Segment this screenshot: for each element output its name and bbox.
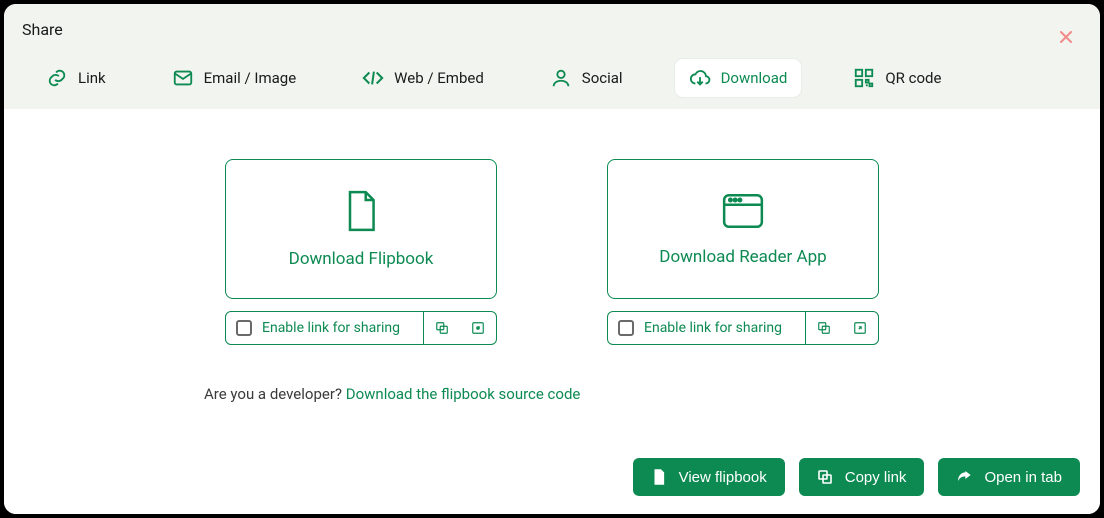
flipbook-sharing-row: Enable link for sharing: [225, 311, 497, 345]
download-flipbook-button[interactable]: Download Flipbook: [225, 159, 497, 299]
cards-row: Download Flipbook Enable link for sharin…: [44, 159, 1060, 345]
modal-body: Download Flipbook Enable link for sharin…: [4, 109, 1100, 514]
tab-label: Web / Embed: [394, 69, 484, 87]
download-reader-button[interactable]: Download Reader App: [607, 159, 879, 299]
mail-icon: [172, 67, 194, 89]
modal-title: Share: [22, 10, 1082, 53]
enable-link-toggle[interactable]: Enable link for sharing: [608, 312, 806, 344]
open-in-tab-button[interactable]: Open in tab: [938, 458, 1080, 496]
link-icon: [46, 67, 68, 89]
footer-actions: View flipbook Copy link Open in tab: [633, 458, 1080, 496]
copy-link-button[interactable]: Copy link: [799, 458, 925, 496]
app-window-icon: [721, 191, 765, 231]
tab-label: QR code: [885, 69, 941, 87]
close-button[interactable]: [1054, 24, 1078, 52]
enable-link-toggle[interactable]: Enable link for sharing: [226, 312, 424, 344]
tab-social[interactable]: Social: [536, 59, 637, 97]
card-label: Download Reader App: [659, 247, 826, 267]
copy-icon: [817, 321, 831, 335]
copy-icon: [435, 321, 449, 335]
qr-icon: [853, 67, 875, 89]
developer-line: Are you a developer? Download the flipbo…: [204, 385, 1060, 403]
enable-label: Enable link for sharing: [262, 320, 400, 336]
tab-download[interactable]: Download: [675, 59, 802, 97]
download-source-link[interactable]: Download the flipbook source code: [346, 385, 581, 403]
tab-label: Link: [78, 69, 106, 87]
tab-qr[interactable]: QR code: [839, 59, 955, 97]
open-share-button[interactable]: [460, 312, 496, 344]
flipbook-column: Download Flipbook Enable link for sharin…: [225, 159, 497, 345]
dev-prefix: Are you a developer?: [204, 385, 346, 403]
file-icon: [342, 189, 380, 233]
open-share-button[interactable]: [842, 312, 878, 344]
copy-share-button[interactable]: [424, 312, 460, 344]
share-modal: Share Link Email / Image Web / Embed Soc…: [4, 4, 1100, 514]
tab-link[interactable]: Link: [32, 59, 120, 97]
tab-label: Download: [721, 69, 788, 87]
tab-label: Social: [582, 69, 623, 87]
cloud-download-icon: [689, 67, 711, 89]
popout-icon: [853, 321, 867, 335]
tabs-row: Link Email / Image Web / Embed Social Do…: [22, 53, 1082, 109]
checkbox-icon: [236, 320, 252, 336]
modal-header: Share Link Email / Image Web / Embed Soc…: [4, 4, 1100, 109]
tab-email[interactable]: Email / Image: [158, 59, 311, 97]
file-icon: [651, 468, 667, 486]
close-icon: [1060, 31, 1072, 43]
copy-icon: [817, 469, 833, 485]
btn-label: View flipbook: [679, 469, 767, 486]
tab-web[interactable]: Web / Embed: [348, 59, 498, 97]
view-flipbook-button[interactable]: View flipbook: [633, 458, 785, 496]
card-label: Download Flipbook: [289, 249, 434, 269]
enable-label: Enable link for sharing: [644, 320, 782, 336]
reader-column: Download Reader App Enable link for shar…: [607, 159, 879, 345]
share-arrow-icon: [956, 469, 972, 485]
copy-share-button[interactable]: [806, 312, 842, 344]
btn-label: Copy link: [845, 469, 907, 486]
reader-sharing-row: Enable link for sharing: [607, 311, 879, 345]
btn-label: Open in tab: [984, 469, 1062, 486]
checkbox-icon: [618, 320, 634, 336]
tab-label: Email / Image: [204, 69, 297, 87]
popout-icon: [471, 321, 485, 335]
code-icon: [362, 67, 384, 89]
person-icon: [550, 67, 572, 89]
